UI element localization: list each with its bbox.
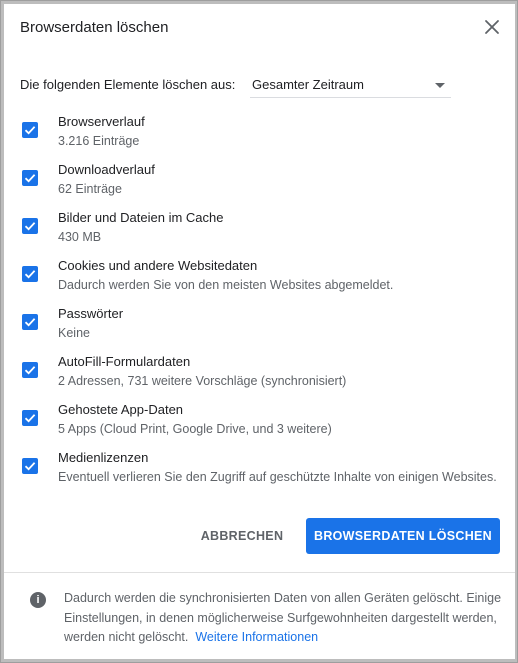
item-subtitle: 62 Einträge (58, 182, 122, 196)
item-subtitle: 3.216 Einträge (58, 134, 140, 148)
item-downloadverlauf[interactable]: Downloadverlauf 62 Einträge (4, 158, 515, 202)
item-subtitle: Keine (58, 326, 90, 340)
item-subtitle: 5 Apps (Cloud Print, Google Drive, und 3… (58, 422, 332, 436)
checkbox-passwoerter[interactable] (22, 314, 38, 330)
item-passwoerter[interactable]: Passwörter Keine (4, 302, 515, 346)
info-icon: i (30, 592, 46, 608)
item-subtitle: Eventuell verlieren Sie den Zugriff auf … (58, 470, 497, 484)
checkbox-hosted-app-data[interactable] (22, 410, 38, 426)
checkmark-icon (24, 222, 36, 231)
item-title: Downloadverlauf (58, 162, 155, 177)
item-cookies[interactable]: Cookies und andere Websitedaten Dadurch … (4, 254, 515, 298)
checkmark-icon (24, 414, 36, 423)
item-cache[interactable]: Bilder und Dateien im Cache 430 MB (4, 206, 515, 250)
item-subtitle: Dadurch werden Sie von den meisten Websi… (58, 278, 394, 292)
dialog-title: Browserdaten löschen (20, 19, 169, 36)
item-title: AutoFill-Formulardaten (58, 354, 191, 369)
sync-info-footer: i Dadurch werden die synchronisierten Da… (4, 573, 515, 659)
clear-data-button[interactable]: BROWSERDATEN LÖSCHEN (306, 518, 500, 554)
item-subtitle: 430 MB (58, 230, 102, 244)
checkmark-icon (24, 462, 36, 471)
item-title: Gehostete App-Daten (58, 402, 184, 417)
checkbox-media-licenses[interactable] (22, 458, 38, 474)
item-hosted-app-data[interactable]: Gehostete App-Daten 5 Apps (Cloud Print,… (4, 398, 515, 442)
checkmark-icon (24, 126, 36, 135)
time-range-value: Gesamter Zeitraum (252, 77, 364, 92)
checkmark-icon (24, 270, 36, 279)
item-title: Bilder und Dateien im Cache (58, 210, 224, 225)
close-icon[interactable] (483, 18, 501, 36)
item-title: Medienlizenzen (58, 450, 149, 465)
checkbox-browserverlauf[interactable] (22, 122, 38, 138)
item-subtitle: 2 Adressen, 731 weitere Vorschläge (sync… (58, 374, 347, 388)
checkmark-icon (24, 318, 36, 327)
checkmark-icon (24, 174, 36, 183)
clear-browsing-data-dialog: Browserdaten löschen Die folgenden Eleme… (4, 4, 515, 659)
checkmark-icon (24, 366, 36, 375)
time-range-label: Die folgenden Elemente löschen aus: (20, 77, 236, 92)
time-range-select[interactable]: Gesamter Zeitraum (250, 72, 451, 98)
dropdown-arrow-icon (435, 83, 445, 88)
item-title: Cookies und andere Websitedaten (58, 258, 258, 273)
item-title: Passwörter (58, 306, 124, 321)
checkbox-downloadverlauf[interactable] (22, 170, 38, 186)
footer-text: Dadurch werden die synchronisierten Date… (64, 589, 504, 648)
item-autofill[interactable]: AutoFill-Formulardaten 2 Adressen, 731 w… (4, 350, 515, 394)
item-browserverlauf[interactable]: Browserverlauf 3.216 Einträge (4, 110, 515, 154)
checkbox-autofill[interactable] (22, 362, 38, 378)
learn-more-link[interactable]: Weitere Informationen (195, 630, 318, 644)
cancel-button[interactable]: ABBRECHEN (197, 518, 287, 554)
window-frame: Browserdaten löschen Die folgenden Eleme… (0, 0, 518, 663)
item-media-licenses[interactable]: Medienlizenzen Eventuell verlieren Sie d… (4, 446, 515, 490)
checkbox-cache[interactable] (22, 218, 38, 234)
checkbox-cookies[interactable] (22, 266, 38, 282)
item-title: Browserverlauf (58, 114, 145, 129)
